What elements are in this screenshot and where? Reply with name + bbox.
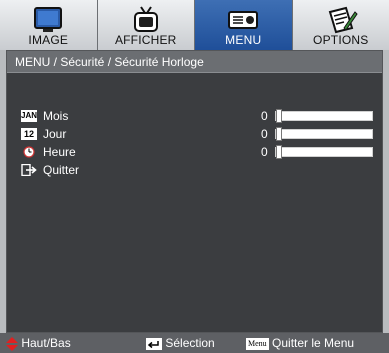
tab-afficher[interactable]: AFFICHER — [97, 0, 195, 50]
hint-exit-label: Quitter le Menu — [272, 336, 355, 350]
menu-item-quitter[interactable]: Quitter — [7, 161, 382, 179]
osd-menu: IMAGE AFFICHER MENU OPTIONS MENU / Sécur… — [0, 0, 389, 353]
hint-select-label: Sélection — [165, 336, 215, 350]
tab-label: IMAGE — [28, 33, 69, 47]
projector-icon — [228, 11, 259, 29]
jour-slider[interactable] — [275, 127, 373, 141]
tab-image[interactable]: IMAGE — [0, 0, 98, 50]
exit-icon — [21, 164, 37, 176]
tab-bar: IMAGE AFFICHER MENU OPTIONS — [0, 0, 389, 50]
menu-item-label: Jour — [43, 127, 67, 141]
breadcrumb: MENU / Sécurité / Sécurité Horloge — [7, 51, 382, 73]
clock-icon — [23, 146, 35, 158]
menu-item-value: 0 — [261, 127, 268, 141]
calendar-month-icon: JAN — [21, 110, 38, 122]
menu-item-mois[interactable]: JAN Mois 0 — [7, 107, 382, 125]
menu-item-label: Mois — [43, 109, 69, 123]
menu-item-value: 0 — [261, 145, 268, 159]
hint-navigate: Haut/Bas — [6, 336, 71, 351]
tab-label: AFFICHER — [114, 33, 177, 47]
calendar-day-icon: 12 — [21, 128, 37, 140]
menu-item-label: Quitter — [43, 163, 80, 177]
up-down-arrow-icon — [6, 336, 18, 351]
footer-hints: Haut/Bas Sélection Menu Quitter le Menu — [0, 333, 389, 353]
mois-slider[interactable] — [275, 109, 373, 123]
slider-thumb[interactable] — [276, 145, 282, 159]
settings-panel: MENU / Sécurité / Sécurité Horloge JAN M… — [6, 50, 383, 333]
tab-label: MENU — [225, 33, 262, 47]
menu-key-icon: Menu — [246, 337, 269, 350]
tv-icon — [133, 6, 158, 32]
monitor-icon — [34, 7, 63, 32]
slider-thumb[interactable] — [276, 127, 282, 141]
heure-slider[interactable] — [275, 145, 373, 159]
tab-menu[interactable]: MENU — [195, 0, 293, 50]
menu-item-heure[interactable]: Heure 0 — [7, 143, 382, 161]
hint-navigate-label: Haut/Bas — [21, 336, 71, 350]
menu-item-label: Heure — [43, 145, 76, 159]
tab-label: OPTIONS — [313, 33, 369, 47]
enter-key-icon — [146, 337, 162, 350]
menu-item-value: 0 — [261, 109, 268, 123]
menu-item-jour[interactable]: 12 Jour 0 — [7, 125, 382, 143]
slider-thumb[interactable] — [276, 109, 282, 123]
notepad-pencil-icon — [328, 6, 358, 34]
tab-options[interactable]: OPTIONS — [292, 0, 389, 50]
hint-exit: Menu Quitter le Menu — [246, 336, 354, 350]
hint-select: Sélection — [146, 336, 215, 350]
